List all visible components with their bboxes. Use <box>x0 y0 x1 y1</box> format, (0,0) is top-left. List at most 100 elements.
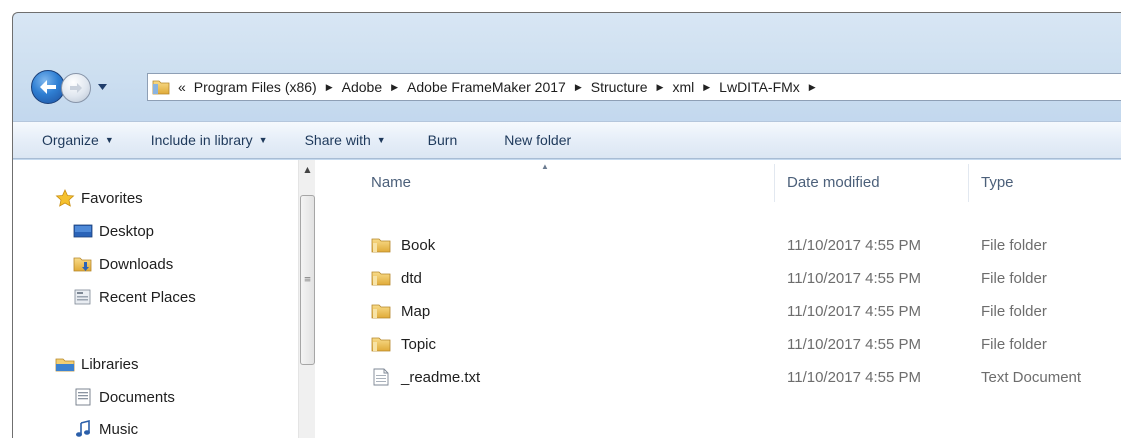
breadcrumb-xml[interactable]: xml ▶ <box>672 79 719 95</box>
file-name-cell: Book <box>371 236 435 254</box>
share-with-button[interactable]: Share with ▼ <box>305 132 386 148</box>
file-row-readme[interactable]: _readme.txt 11/10/2017 4:55 PM Text Docu… <box>316 361 1121 393</box>
breadcrumb-separator-icon[interactable]: ▶ <box>703 82 710 93</box>
nav-item-recent-places[interactable]: Recent Places <box>73 288 196 306</box>
file-date: 11/10/2017 4:55 PM <box>787 236 921 254</box>
file-name-cell: Map <box>371 302 430 320</box>
chevron-down-icon <box>97 84 107 90</box>
forward-arrow-icon <box>70 83 82 93</box>
breadcrumb-label: Structure <box>590 79 648 95</box>
breadcrumb-adobe[interactable]: Adobe ▶ <box>342 79 407 95</box>
file-date: 11/10/2017 4:55 PM <box>787 368 921 386</box>
burn-label: Burn <box>427 132 458 148</box>
content-area: Favorites Desktop Downloads Recent Place… <box>13 160 1121 438</box>
nav-item-desktop[interactable]: Desktop <box>73 222 154 240</box>
breadcrumb-label: xml <box>672 79 695 95</box>
folder-icon <box>371 271 391 286</box>
back-button[interactable] <box>31 70 65 104</box>
breadcrumb-program-files[interactable]: Program Files (x86) ▶ <box>194 79 342 95</box>
nav-item-libraries[interactable]: Libraries <box>55 355 139 373</box>
column-divider[interactable] <box>968 164 969 202</box>
file-date: 11/10/2017 4:55 PM <box>787 269 921 287</box>
documents-icon <box>75 388 91 406</box>
recent-places-icon <box>74 289 91 305</box>
command-bar: Organize ▼ Include in library ▼ Share with… <box>13 121 1121 159</box>
file-type: File folder <box>981 236 1047 254</box>
file-name: Map <box>401 302 431 320</box>
nav-label: Recent Places <box>99 288 196 306</box>
address-overflow[interactable]: « <box>178 79 186 95</box>
breadcrumb-lwdita-fmx[interactable]: LwDITA-FMx ▶ <box>719 79 825 95</box>
file-row-topic[interactable]: Topic 11/10/2017 4:55 PM File folder <box>316 328 1121 360</box>
file-type: Text Document <box>981 368 1082 386</box>
file-type: File folder <box>981 335 1047 353</box>
file-row-map[interactable]: Map 11/10/2017 4:55 PM File folder <box>316 295 1121 327</box>
breadcrumb-separator-icon[interactable]: ▶ <box>326 82 333 93</box>
folder-icon <box>371 337 391 352</box>
file-name-cell: dtd <box>371 269 422 287</box>
breadcrumb-label: Adobe FrameMaker 2017 <box>407 79 566 95</box>
breadcrumb-label: Adobe <box>341 79 383 95</box>
chevron-down-icon: ▼ <box>104 135 114 145</box>
folder-icon <box>371 238 391 253</box>
music-icon <box>76 420 90 437</box>
file-row-dtd[interactable]: dtd 11/10/2017 4:55 PM File folder <box>316 262 1121 294</box>
back-arrow-icon <box>40 80 56 94</box>
chevron-down-icon: ▼ <box>258 135 268 145</box>
libraries-icon <box>55 358 75 372</box>
nav-item-downloads[interactable]: Downloads <box>73 255 173 273</box>
organize-button[interactable]: Organize ▼ <box>42 132 114 148</box>
folder-icon <box>371 304 391 319</box>
breadcrumb-label: Program Files (x86) <box>193 79 317 95</box>
include-in-library-label: Include in library <box>150 132 253 148</box>
nav-item-music[interactable]: Music <box>73 420 138 438</box>
file-name-cell: Topic <box>371 335 436 353</box>
breadcrumb-separator-icon[interactable]: ▶ <box>391 82 398 93</box>
navigation-pane: Favorites Desktop Downloads Recent Place… <box>13 160 313 438</box>
navigation-scrollbar[interactable]: ▲ ≡ <box>298 160 315 438</box>
scroll-up-icon[interactable]: ▲ <box>299 162 316 176</box>
file-date: 11/10/2017 4:55 PM <box>787 335 921 353</box>
nav-item-favorites[interactable]: Favorites <box>55 189 143 207</box>
column-header-date-modified[interactable]: Date modified <box>787 160 880 204</box>
breadcrumb-separator-icon[interactable]: ▶ <box>809 82 816 93</box>
breadcrumb-label: LwDITA-FMx <box>719 79 800 95</box>
file-row-book[interactable]: Book 11/10/2017 4:55 PM File folder <box>316 229 1121 261</box>
column-label: Type <box>981 173 1014 191</box>
nav-item-documents[interactable]: Documents <box>73 388 175 406</box>
column-label: Date modified <box>787 173 880 191</box>
chevron-down-icon: ▼ <box>376 135 386 145</box>
file-date: 11/10/2017 4:55 PM <box>787 302 921 320</box>
file-name: dtd <box>401 269 422 287</box>
file-name-cell: _readme.txt <box>371 368 480 386</box>
share-with-label: Share with <box>304 132 371 148</box>
downloads-folder-icon <box>73 257 92 272</box>
column-label: Name <box>371 173 412 191</box>
forward-button[interactable] <box>61 73 91 103</box>
nav-label: Music <box>99 420 139 438</box>
breadcrumb-separator-icon[interactable]: ▶ <box>657 82 664 93</box>
new-folder-label: New folder <box>504 132 572 148</box>
breadcrumb-separator-icon[interactable]: ▶ <box>575 82 582 93</box>
text-file-icon <box>373 368 389 386</box>
column-header-type[interactable]: Type <box>981 160 1014 204</box>
column-divider[interactable] <box>774 164 775 202</box>
breadcrumb-framemaker[interactable]: Adobe FrameMaker 2017 ▶ <box>407 79 591 95</box>
new-folder-button[interactable]: New folder <box>504 132 571 148</box>
burn-button[interactable]: Burn <box>428 132 458 148</box>
recent-pages-dropdown[interactable] <box>95 79 109 95</box>
organize-label: Organize <box>42 132 99 148</box>
sort-ascending-icon: ▲ <box>541 162 549 171</box>
include-in-library-button[interactable]: Include in library ▼ <box>151 132 268 148</box>
column-header-name[interactable]: Name <box>371 160 411 204</box>
file-type: File folder <box>981 302 1047 320</box>
file-name: Topic <box>401 335 437 353</box>
breadcrumb-structure[interactable]: Structure ▶ <box>591 79 673 95</box>
nav-label: Libraries <box>81 355 139 373</box>
nav-label: Downloads <box>99 255 174 273</box>
star-icon <box>55 189 75 207</box>
file-name: Book <box>401 236 436 254</box>
scrollbar-thumb[interactable]: ≡ <box>300 195 315 365</box>
desktop-icon <box>73 224 93 238</box>
address-bar[interactable]: « Program Files (x86) ▶ Adobe ▶ Adobe Fram… <box>147 73 1121 101</box>
